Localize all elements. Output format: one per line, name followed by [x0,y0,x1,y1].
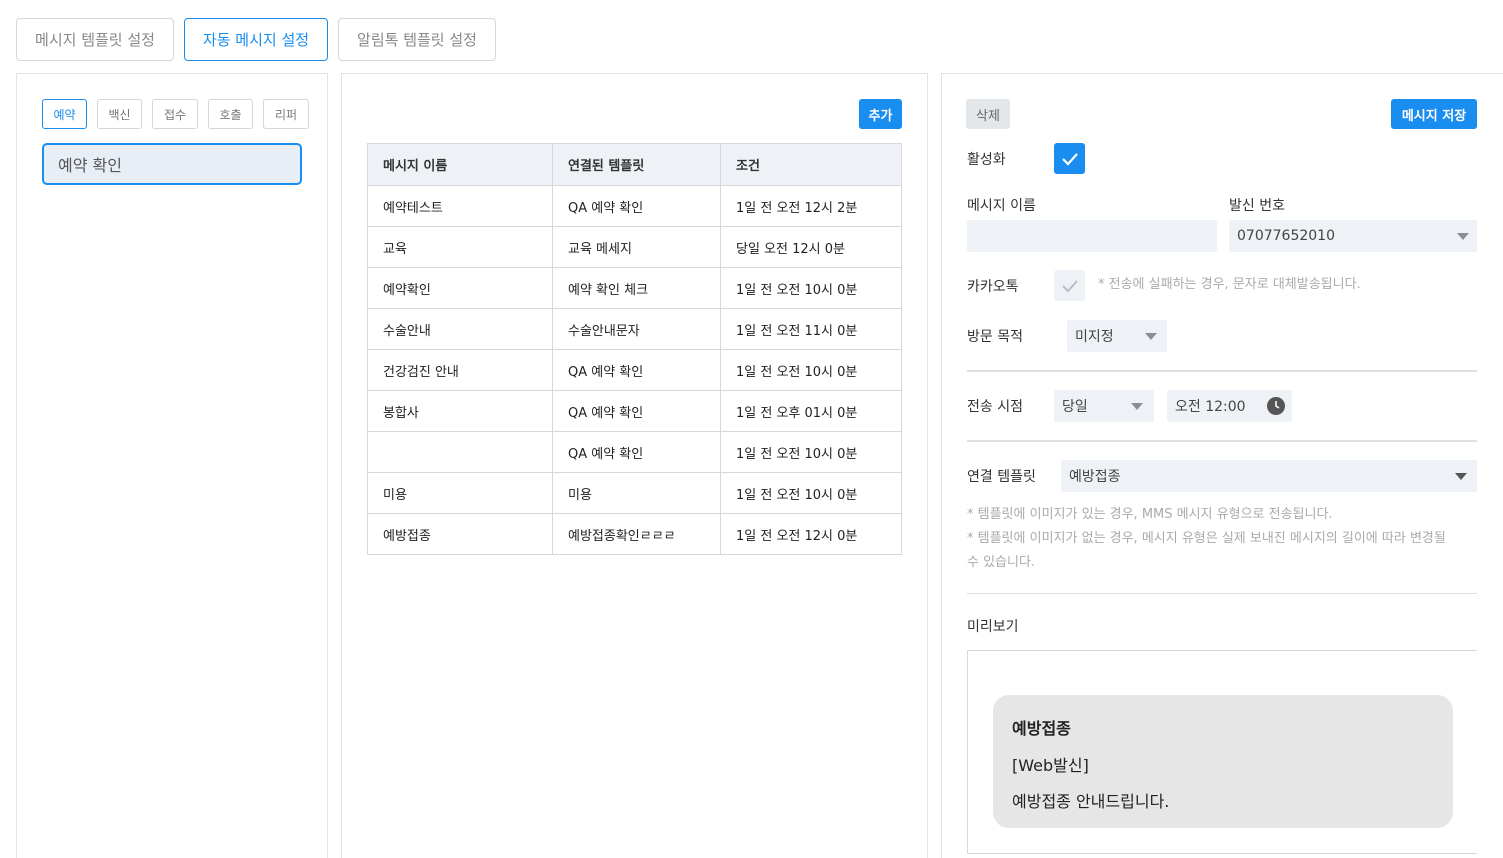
column-header-linked-template: 연결된 템플릿 [552,143,721,186]
cell-message-name: 미용 [367,472,553,514]
kakao-checkbox[interactable] [1054,270,1085,301]
active-checkbox[interactable] [1054,143,1085,174]
cell-message-name: 수술안내 [367,308,553,350]
visit-purpose-value: 미지정 [1075,329,1114,345]
sender-number-label: 발신 번호 [1229,198,1285,214]
cell-condition: 1일 전 오전 12시 0분 [720,513,902,555]
sender-number-value: 07077652010 [1237,228,1335,244]
linked-template-value: 예방접종 [1069,469,1121,485]
column-header-message-name: 메시지 이름 [367,143,553,186]
kakao-hint: * 전송에 실패하는 경우, 문자로 대체발송됩니다. [1098,277,1361,292]
divider [967,370,1477,372]
tab-message-template-settings[interactable]: 메시지 템플릿 설정 [16,18,174,61]
table-row[interactable]: 미용 미용 1일 전 오전 10시 0분 [367,472,902,514]
tab-alimtalk-template-settings[interactable]: 알림톡 템플릿 설정 [338,18,496,61]
cell-linked-template: 교육 메세지 [552,226,721,268]
send-time-label: 전송 시점 [967,399,1023,415]
send-time-value: 오전 12:00 [1175,399,1246,415]
divider [967,440,1477,442]
preview-line-2: 예방접종 안내드립니다. [1012,792,1170,811]
cell-message-name: 예약확인 [367,267,553,309]
tab-auto-message-settings[interactable]: 자동 메시지 설정 [184,18,328,61]
visit-purpose-label: 방문 목적 [967,329,1023,345]
active-label: 활성화 [967,152,1006,168]
table-row[interactable]: 예약확인 예약 확인 체크 1일 전 오전 10시 0분 [367,267,902,309]
template-hint-2: * 템플릿에 이미지가 없는 경우, 메시지 유형은 실제 보내진 메시지의 길… [967,531,1446,546]
chevron-down-icon [1457,233,1469,240]
category-tab-referral[interactable]: 리퍼 [263,99,309,129]
message-name-input[interactable] [967,220,1217,252]
kakao-label: 카카오톡 [967,279,1019,295]
category-tab-vaccine[interactable]: 백신 [97,99,142,129]
cell-linked-template: QA 예약 확인 [552,349,721,391]
category-tab-reception[interactable]: 접수 [152,99,198,129]
cell-linked-template: 수술안내문자 [552,308,721,350]
cell-condition: 1일 전 오전 10시 0분 [720,267,902,309]
table-row[interactable]: 예약테스트 QA 예약 확인 1일 전 오전 12시 2분 [367,185,902,227]
message-table: 메시지 이름 연결된 템플릿 조건 예약테스트 QA 예약 확인 1일 전 오전 1… [367,143,902,555]
left-list-item-selected[interactable]: 예약 확인 [42,143,302,185]
table-header-row: 메시지 이름 연결된 템플릿 조건 [367,143,902,186]
cell-condition: 1일 전 오전 10시 0분 [720,349,902,391]
table-row[interactable]: QA 예약 확인 1일 전 오전 10시 0분 [367,431,902,473]
table-row[interactable]: 봉합사 QA 예약 확인 1일 전 오후 01시 0분 [367,390,902,432]
save-message-button[interactable]: 메시지 저장 [1391,99,1477,129]
cell-condition: 1일 전 오전 10시 0분 [720,472,902,514]
preview-title: 예방접종 [1012,719,1071,738]
column-header-condition: 조건 [720,143,902,186]
cell-condition: 당일 오전 12시 0분 [720,226,902,268]
template-hint-1: * 템플릿에 이미지가 있는 경우, MMS 메시지 유형으로 전송됩니다. [967,507,1333,522]
cell-condition: 1일 전 오전 11시 0분 [720,308,902,350]
cell-message-name: 교육 [367,226,553,268]
cell-linked-template: 미용 [552,472,721,514]
sender-number-select[interactable]: 07077652010 [1229,220,1477,252]
send-day-value: 당일 [1062,399,1088,415]
cell-message-name: 예약테스트 [367,185,553,227]
left-panel [16,73,328,858]
linked-template-select[interactable]: 예방접종 [1061,460,1477,492]
cell-linked-template: 예약 확인 체크 [552,267,721,309]
cell-condition: 1일 전 오전 10시 0분 [720,431,902,473]
cell-linked-template: 예방접종확인ㄹㄹㄹ [552,513,721,555]
delete-button[interactable]: 삭제 [966,99,1010,129]
check-icon [1061,279,1078,292]
clock-icon[interactable] [1267,397,1285,415]
preview-label: 미리보기 [967,619,1019,635]
cell-condition: 1일 전 오후 01시 0분 [720,390,902,432]
cell-message-name: 봉합사 [367,390,553,432]
cell-linked-template: QA 예약 확인 [552,431,721,473]
table-row[interactable]: 예방접종 예방접종확인ㄹㄹㄹ 1일 전 오전 12시 0분 [367,513,902,555]
cell-message-name: 건강검진 안내 [367,349,553,391]
chevron-down-icon [1131,403,1143,410]
template-hint-3: 수 있습니다. [967,555,1036,570]
table-row[interactable]: 건강검진 안내 QA 예약 확인 1일 전 오전 10시 0분 [367,349,902,391]
chevron-down-icon [1455,473,1467,480]
preview-line-1: [Web발신] [1012,756,1089,775]
category-tab-reservation[interactable]: 예약 [42,99,87,129]
preview-bubble: 예방접종 [Web발신] 예방접종 안내드립니다. [993,695,1453,828]
linked-template-label: 연결 템플릿 [967,469,1036,485]
divider [967,593,1477,594]
cell-condition: 1일 전 오전 12시 2분 [720,185,902,227]
table-row[interactable]: 교육 교육 메세지 당일 오전 12시 0분 [367,226,902,268]
message-name-label: 메시지 이름 [967,198,1036,214]
add-button[interactable]: 추가 [859,99,902,129]
cell-linked-template: QA 예약 확인 [552,185,721,227]
category-tab-call[interactable]: 호출 [208,99,253,129]
cell-message-name [367,431,553,473]
table-row[interactable]: 수술안내 수술안내문자 1일 전 오전 11시 0분 [367,308,902,350]
cell-linked-template: QA 예약 확인 [552,390,721,432]
chevron-down-icon [1145,333,1157,340]
check-icon [1061,152,1078,166]
cell-message-name: 예방접종 [367,513,553,555]
